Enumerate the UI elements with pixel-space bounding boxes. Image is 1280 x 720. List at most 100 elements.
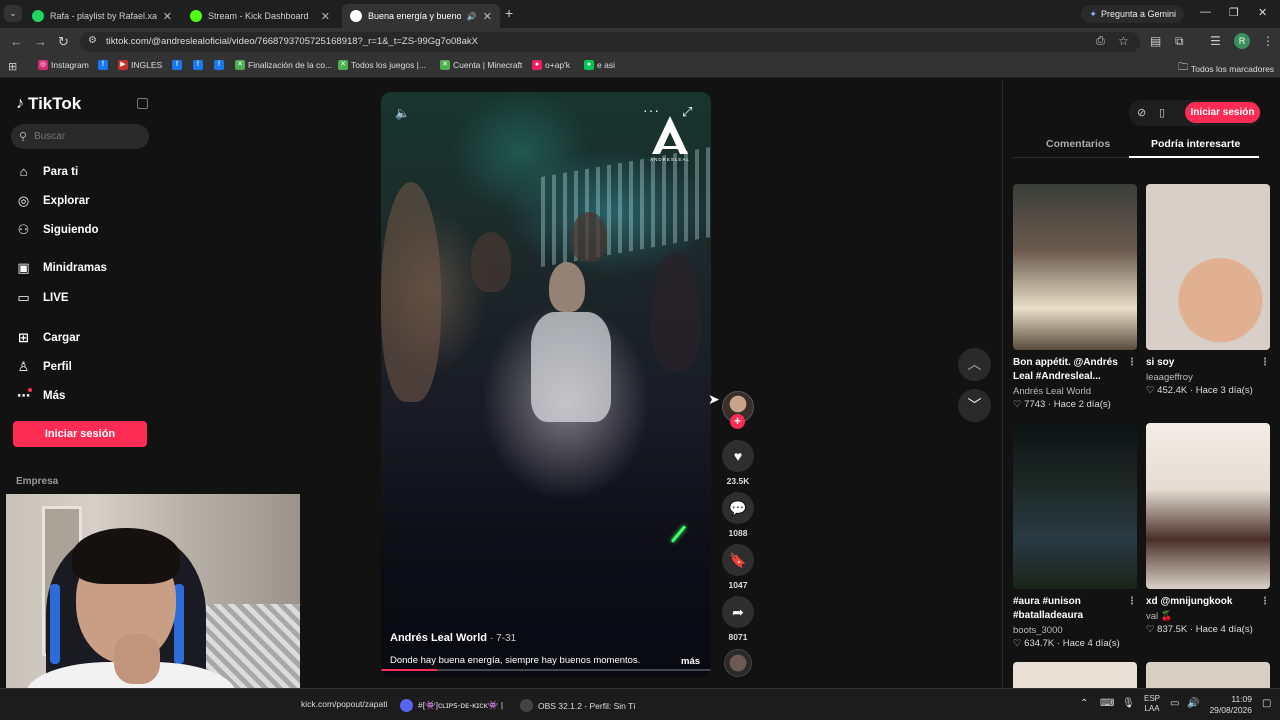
video-thumbnail[interactable] [1013, 423, 1137, 589]
forward-icon[interactable]: → [34, 34, 47, 49]
menu-icon[interactable]: ⋮ [1262, 34, 1274, 48]
browser-tab[interactable]: Stream - Kick Dashboard ✕ [182, 4, 338, 28]
next-video-button[interactable]: ﹀ [958, 389, 991, 422]
video-player[interactable]: ANDRESLEAL 🔈 ··· ⤢ Andrés Leal World · 7… [381, 92, 711, 677]
apps-grid-icon[interactable]: ⊞ [8, 60, 17, 73]
sidebar-item-perfil[interactable]: ♙ Perfil [16, 359, 72, 375]
new-tab-button[interactable]: + [505, 5, 513, 21]
bookmark-item[interactable]: ✕ Finalización de la co... [235, 60, 332, 70]
caption-more-link[interactable]: más [681, 656, 700, 667]
browser-tab[interactable]: Buena energía y buenos m 🔊 ✕ [342, 4, 500, 28]
restore-icon[interactable]: ❐ [1229, 6, 1239, 19]
video-author-name[interactable]: Andrés Leal World [390, 632, 487, 644]
microphone-icon[interactable]: 🎙 [1122, 698, 1135, 709]
recommended-video-card[interactable]: #aura #unison #batalladeaura ⋮ boots_3000 ♡… [1013, 423, 1137, 649]
speaker-icon[interactable]: 🔊 [467, 12, 477, 21]
card-title[interactable]: Bon appétit. @Andrés Leal #Andresleal...… [1013, 356, 1137, 384]
bookmark-item[interactable]: ✕ Cuenta | Minecraft [440, 60, 522, 70]
sidebar-item-m-s[interactable]: ⋯ Más [16, 388, 65, 404]
video-author[interactable]: Andrés Leal World · 7-31 [390, 632, 516, 644]
profile-avatar[interactable]: R [1234, 33, 1250, 49]
tab-podria-interesarte[interactable]: Podría interesarte [1151, 138, 1240, 150]
site-info-icon[interactable]: ⚙ [88, 35, 97, 46]
tab-search-button[interactable]: ⌄ [4, 5, 22, 22]
tiktok-logo[interactable]: ♪ TikTok [16, 94, 81, 114]
minimize-icon[interactable]: — [1200, 6, 1211, 18]
sidebar-item-live[interactable]: ▭ LIVE [16, 290, 68, 306]
bookmark-item[interactable]: ✕ Todos los juegos |... [338, 60, 426, 70]
bookmark-item[interactable]: ● e asi [584, 60, 615, 70]
chevron-up-icon[interactable]: ⌃ [1080, 698, 1088, 709]
video-progress-bar[interactable] [381, 669, 711, 671]
sidebar-item-explorar[interactable]: ◎ Explorar [16, 193, 90, 209]
bookmark-item[interactable]: ● o+ap'k [532, 60, 570, 70]
back-icon[interactable]: ← [10, 34, 23, 49]
install-app-icon[interactable]: ⎙ [1096, 35, 1105, 48]
language-indicator[interactable]: ESP LAA [1144, 694, 1160, 714]
video-thumbnail[interactable] [1146, 423, 1270, 589]
card-author[interactable]: leaageffroy [1146, 372, 1270, 383]
bookmark-item[interactable]: f [172, 60, 182, 70]
comment-button[interactable]: 💬 [722, 492, 754, 524]
sidebar-item-cargar[interactable]: ⊞ Cargar [16, 330, 80, 346]
keyboard-icon[interactable]: ⌨ [1100, 698, 1114, 709]
system-clock[interactable]: 11:09 29/08/2026 [1206, 694, 1252, 716]
taskbar-app[interactable]: OBS 32.1.2 - Perfil: Sin Tí [520, 699, 636, 712]
close-tab-icon[interactable]: ✕ [321, 10, 330, 23]
sidebar-item-para-ti[interactable]: ⌂ Para ti [16, 164, 79, 179]
tab-comentarios[interactable]: Comentarios [1046, 138, 1110, 150]
previous-video-button[interactable]: ︿ [958, 348, 991, 381]
close-tab-icon[interactable]: ✕ [163, 10, 172, 23]
network-icon[interactable]: ▭ [1170, 698, 1179, 709]
save-button[interactable]: 🔖 [722, 544, 754, 576]
more-options-icon[interactable]: ··· [643, 102, 660, 118]
bookmark-item[interactable]: f [214, 60, 224, 70]
expand-icon[interactable]: ⤢ [682, 104, 692, 120]
bookmark-item[interactable]: ▶ INGLES [118, 60, 162, 70]
card-more-icon[interactable]: ⋮ [1260, 356, 1270, 370]
card-author[interactable]: boots_3000 [1013, 625, 1137, 636]
header-login-button[interactable]: Iniciar sesión [1185, 102, 1260, 123]
empresa-label[interactable]: Empresa [16, 476, 58, 487]
sidebar-login-button[interactable]: Iniciar sesión [13, 421, 147, 447]
card-more-icon[interactable]: ⋮ [1260, 595, 1270, 609]
bookmark-item[interactable]: f [98, 60, 108, 70]
sidebar-search[interactable]: ⚲ [11, 124, 149, 149]
taskbar-app[interactable]: #[👾]ᴄʟɪᴘꜱ-ᴅᴇ-ᴋɪᴄᴋ👾 | [400, 699, 503, 712]
bookmark-item[interactable]: f [193, 60, 203, 70]
video-thumbnail[interactable] [1013, 184, 1137, 350]
sidebar-item-siguiendo[interactable]: ⚇ Siguiendo [16, 222, 99, 238]
sidebar-item-minidramas[interactable]: ▣ Minidramas [16, 260, 107, 276]
gemini-button[interactable]: ✦ Pregunta a Gemini [1081, 5, 1184, 23]
phone-icon[interactable]: ▯ [1159, 106, 1165, 119]
like-button[interactable]: ♥ [722, 440, 754, 472]
recommended-video-card[interactable]: si soy ⋮ leaageffroy ♡ 452.4K · Hace 3 día(… [1146, 184, 1270, 396]
reload-icon[interactable]: ↻ [58, 34, 69, 50]
share-button[interactable]: ➦ [722, 596, 754, 628]
video-thumbnail[interactable] [1146, 184, 1270, 350]
browser-tab[interactable]: Rafa - playlist by Rafael.xared | ✕ [24, 4, 180, 28]
volume-icon[interactable]: 🔈 [395, 106, 410, 120]
media-icon[interactable]: ▤ [1150, 34, 1161, 48]
sound-disc[interactable] [724, 649, 752, 677]
close-window-icon[interactable]: ✕ [1258, 6, 1267, 19]
extensions-icon[interactable]: ⧉ [1175, 34, 1184, 49]
follow-plus-icon[interactable]: + [730, 414, 745, 429]
bookmark-star-icon[interactable]: ☆ [1118, 34, 1129, 48]
recommended-video-card[interactable]: Bon appétit. @Andrés Leal #Andresleal...… [1013, 184, 1137, 410]
card-title[interactable]: si soy ⋮ [1146, 356, 1270, 370]
card-more-icon[interactable]: ⋮ [1127, 356, 1137, 370]
search-input[interactable] [34, 131, 135, 142]
url-omnibox[interactable]: ⚙ tiktok.com/@andreslealoficial/video/76… [80, 32, 1140, 52]
card-title[interactable]: xd @mnijungkook ⋮ [1146, 595, 1270, 609]
compass-icon[interactable]: ⊘ [1137, 106, 1146, 119]
notification-icon[interactable]: ▢ [1262, 698, 1271, 709]
volume-icon[interactable]: 🔊 [1187, 698, 1199, 709]
card-author[interactable]: Andrés Leal World [1013, 386, 1137, 397]
reading-list-icon[interactable]: ☰ [1210, 34, 1221, 48]
card-title[interactable]: #aura #unison #batalladeaura ⋮ [1013, 595, 1137, 623]
taskbar-app[interactable]: kick.com/popout/zapati [301, 699, 387, 709]
recommended-video-card[interactable]: xd @mnijungkook ⋮ val 🍒 ♡ 837.5K · Hace 4 d… [1146, 423, 1270, 635]
close-tab-icon[interactable]: ✕ [483, 10, 492, 23]
all-bookmarks-folder[interactable]: 🗀 Todos los marcadores [1178, 60, 1274, 77]
